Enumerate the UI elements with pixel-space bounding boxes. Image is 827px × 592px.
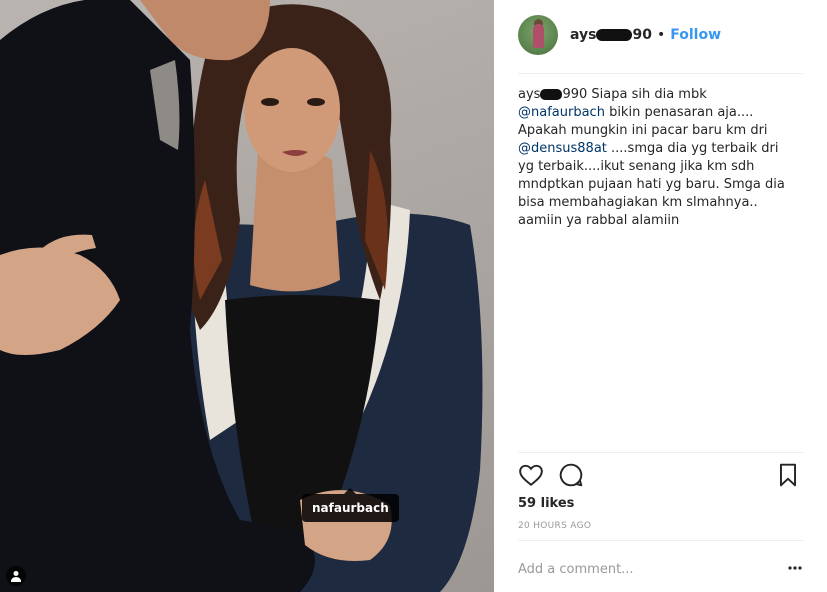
heart-icon[interactable]: [518, 462, 546, 490]
post-caption: ays 990 Siapa sih dia mbk @nafaurbach bik…: [518, 86, 794, 230]
redaction-mark: [596, 29, 633, 41]
bookmark-icon[interactable]: [775, 462, 803, 490]
mention-link[interactable]: @nafaurbach: [518, 105, 605, 120]
divider: [518, 452, 803, 453]
likes-count[interactable]: 59 likes: [518, 496, 574, 511]
photo-tag-label[interactable]: nafaurbach: [302, 488, 399, 522]
action-bar: [518, 462, 803, 490]
caption-username[interactable]: ays 990: [518, 87, 587, 102]
divider: [518, 73, 803, 74]
comment-input[interactable]: [518, 558, 758, 580]
post-header: ays 90 • Follow: [518, 15, 803, 55]
divider: [518, 540, 803, 541]
post-timestamp[interactable]: 20 HOURS AGO: [518, 521, 591, 531]
comment-bubble-icon[interactable]: [558, 462, 586, 490]
post-sidebar: ays 90 • Follow ays 990 Siapa sih dia mbk …: [494, 0, 827, 592]
caption-text: Siapa sih dia mbk: [587, 87, 707, 102]
mention-link[interactable]: @densus88at: [518, 141, 607, 156]
avatar[interactable]: [518, 15, 558, 55]
photo-illustration: [0, 0, 483, 592]
username[interactable]: ays 90: [570, 27, 652, 43]
post-photo[interactable]: nafaurbach: [0, 0, 494, 592]
more-options-icon[interactable]: [787, 560, 803, 576]
follow-button[interactable]: Follow: [670, 27, 721, 43]
user-tag-icon[interactable]: [6, 566, 26, 586]
header-separator: •: [656, 27, 666, 43]
redaction-mark: [540, 89, 563, 100]
